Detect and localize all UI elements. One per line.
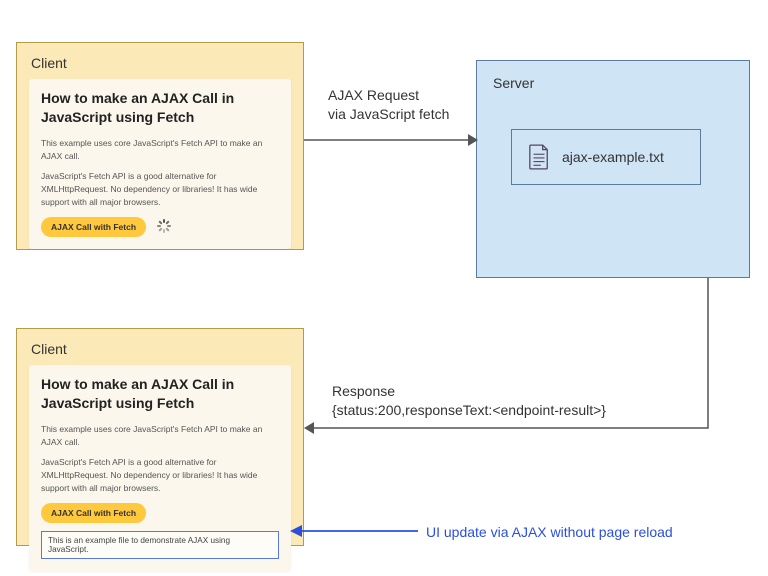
loading-spinner-icon (157, 219, 171, 233)
para-1: This example uses core JavaScript's Fetc… (41, 423, 279, 449)
para-2: JavaScript's Fetch API is a good alterna… (41, 456, 279, 494)
client-before-box: Client How to make an AJAX Call in JavaS… (16, 42, 304, 250)
file-icon (528, 144, 550, 170)
page-heading: How to make an AJAX Call in JavaScript u… (41, 89, 279, 127)
browser-card-after: How to make an AJAX Call in JavaScript u… (29, 365, 291, 571)
request-label-line1: AJAX Request (328, 86, 449, 105)
client-title: Client (31, 341, 291, 357)
para-2: JavaScript's Fetch API is a good alterna… (41, 170, 279, 208)
client-after-box: Client How to make an AJAX Call in JavaS… (16, 328, 304, 546)
ui-update-label: UI update via AJAX without page reload (426, 523, 673, 542)
ajax-fetch-button[interactable]: AJAX Call with Fetch (41, 217, 146, 237)
request-arrow (304, 130, 478, 150)
para-1: This example uses core JavaScript's Fetc… (41, 137, 279, 163)
browser-card-before: How to make an AJAX Call in JavaScript u… (29, 79, 291, 249)
response-label-line2: {status:200,responseText:<endpoint-resul… (332, 401, 606, 420)
server-box: Server ajax-example.txt (476, 60, 750, 278)
server-title: Server (493, 75, 733, 91)
client-title: Client (31, 55, 291, 71)
request-label-line2: via JavaScript fetch (328, 105, 449, 124)
ajax-result-box: This is an example file to demonstrate A… (41, 531, 279, 559)
response-arrow (304, 278, 718, 446)
response-label: Response {status:200,responseText:<endpo… (332, 382, 606, 420)
ajax-fetch-button[interactable]: AJAX Call with Fetch (41, 503, 146, 523)
page-heading: How to make an AJAX Call in JavaScript u… (41, 375, 279, 413)
server-file-name: ajax-example.txt (562, 149, 664, 165)
server-file-box: ajax-example.txt (511, 129, 701, 185)
ui-update-arrow (290, 521, 418, 541)
request-label: AJAX Request via JavaScript fetch (328, 86, 449, 124)
response-label-line1: Response (332, 382, 606, 401)
